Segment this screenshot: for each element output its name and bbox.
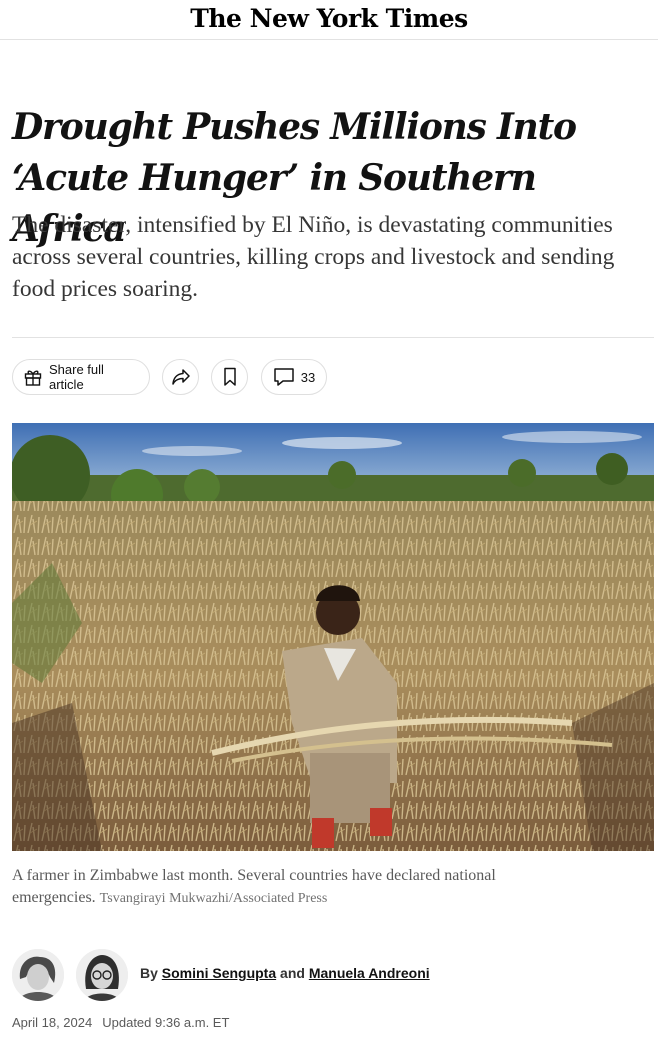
nyt-logo[interactable]: The New York Times <box>190 4 468 33</box>
share-full-article-label: Share full article <box>49 362 104 392</box>
photo-credit: Tsvangirayi Mukwazhi/Associated Press <box>99 891 328 906</box>
author-link-manuela-andreoni[interactable]: Manuela Andreoni <box>309 965 430 981</box>
masthead: The New York Times <box>0 0 658 40</box>
bookmark-icon <box>223 367 237 387</box>
author-avatar-somini-sengupta[interactable] <box>12 949 64 1001</box>
divider <box>12 337 654 338</box>
article-summary: The disaster, intensified by El Niño, is… <box>12 212 615 302</box>
comments-button[interactable]: 33 <box>261 359 327 395</box>
share-arrow-icon <box>171 368 191 386</box>
published-date: April 18, 2024 <box>12 1015 93 1030</box>
photo-caption: A farmer in Zimbabwe last month. Several… <box>12 865 612 910</box>
lead-photo <box>12 423 654 851</box>
comments-count: 33 <box>300 369 316 385</box>
byline-conjunction: and <box>280 965 305 981</box>
byline: By Somini Sengupta and Manuela Andreoni <box>140 965 430 981</box>
byline-prefix: By <box>140 965 158 981</box>
comment-bubble-icon <box>273 367 295 387</box>
author-avatar-manuela-andreoni[interactable] <box>76 949 128 1001</box>
article-dates: April 18, 2024 Updated 9:36 a.m. ET <box>12 1015 229 1030</box>
gift-icon <box>23 367 43 387</box>
share-button[interactable] <box>162 359 199 395</box>
save-button[interactable] <box>211 359 248 395</box>
updated-time: Updated 9:36 a.m. ET <box>102 1015 230 1030</box>
author-link-somini-sengupta[interactable]: Somini Sengupta <box>162 965 276 981</box>
share-full-article-button[interactable]: Share full article <box>12 359 150 395</box>
